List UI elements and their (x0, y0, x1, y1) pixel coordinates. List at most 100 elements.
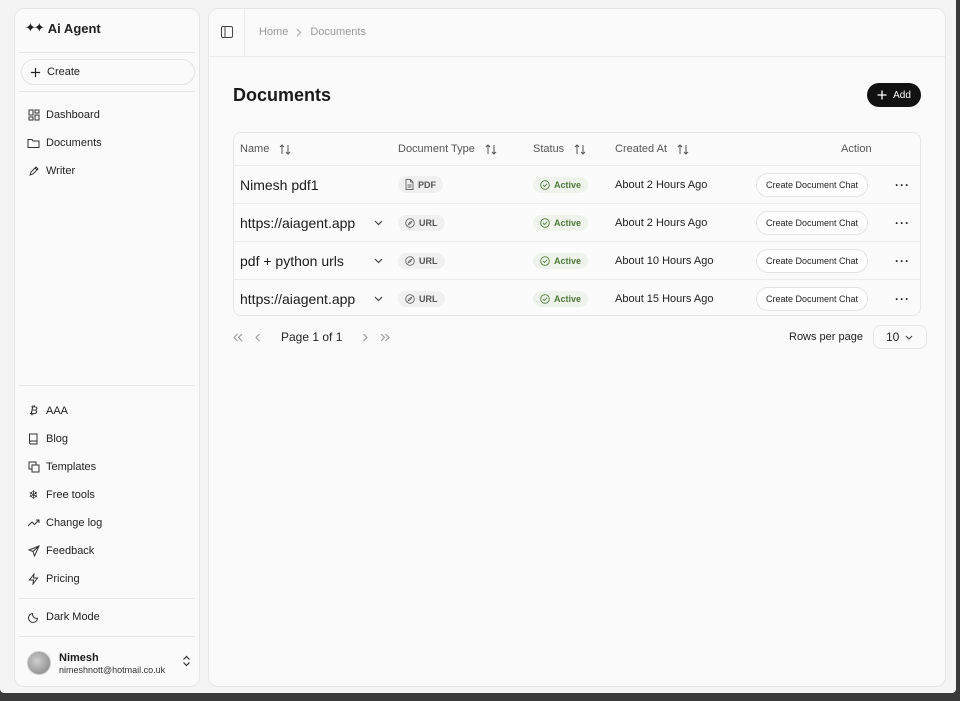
chevrons-up-down-icon (182, 655, 191, 667)
create-document-chat-button[interactable]: Create Document Chat (756, 248, 869, 273)
brand-name: Ai Agent (47, 20, 101, 36)
document-name[interactable]: pdf + python urls (240, 242, 344, 279)
brand[interactable]: ✦✦ Ai Agent (25, 20, 101, 36)
trend-icon (27, 517, 40, 530)
column-header-status[interactable]: Status (533, 133, 586, 165)
status-label: Active (554, 293, 582, 304)
column-header-name[interactable]: Name (240, 133, 291, 165)
sort-icon (677, 143, 689, 155)
dark-mode-toggle[interactable]: Dark Mode (27, 607, 100, 627)
chevron-right-icon (296, 28, 302, 37)
sidebar-item-label: Pricing (46, 573, 80, 585)
chevron-down-icon (905, 335, 913, 340)
type-badge: URL (398, 252, 445, 269)
rows-per-page-value: 10 (886, 330, 900, 344)
sidebar-item-blog[interactable]: Blog (27, 429, 68, 449)
more-options-icon[interactable]: ··· (895, 166, 910, 203)
table-row[interactable]: https://aiagent.app URL Active About 2 H… (234, 203, 920, 241)
type-badge: URL (398, 290, 445, 307)
plus-icon (877, 90, 887, 100)
status-badge: Active (533, 252, 589, 269)
send-icon (27, 545, 40, 558)
column-header-label: Status (533, 143, 565, 155)
column-header-action: Action (841, 133, 872, 165)
compass-icon (405, 255, 415, 266)
rows-per-page-label: Rows per page (789, 331, 863, 343)
check-circle-icon (540, 255, 550, 266)
status-label: Active (554, 217, 582, 228)
sidebar-item-documents[interactable]: Documents (27, 133, 102, 153)
add-button[interactable]: Add (867, 83, 921, 107)
column-header-label: Name (240, 143, 270, 155)
table-row[interactable]: https://aiagent.app URL Active About 15 … (234, 279, 920, 315)
create-button[interactable]: Create (21, 59, 195, 85)
table-row[interactable]: Nimesh pdf1 PDF Active About 2 Hours Ago… (234, 165, 920, 203)
create-label: Create (47, 66, 81, 78)
document-name[interactable]: https://aiagent.app (240, 204, 355, 241)
sidebar-item-writer[interactable]: Writer (27, 161, 75, 181)
sidebar-item-label: Feedback (46, 545, 95, 557)
type-label: URL (419, 255, 438, 266)
document-name[interactable]: https://aiagent.app (240, 280, 355, 315)
divider (19, 598, 195, 599)
more-options-icon[interactable]: ··· (895, 280, 910, 315)
sort-icon (279, 143, 291, 155)
sidebar-item-templates[interactable]: Templates (27, 457, 96, 477)
column-header-label: Document Type (398, 143, 475, 155)
chevron-down-icon[interactable] (374, 280, 383, 315)
more-options-icon[interactable]: ··· (895, 204, 910, 241)
sidebar-toggle-icon[interactable] (221, 26, 233, 38)
sidebar-item-pricing[interactable]: Pricing (27, 569, 80, 589)
next-page-icon[interactable] (362, 333, 369, 342)
create-document-chat-button[interactable]: Create Document Chat (756, 286, 869, 311)
sidebar-item-label: Templates (46, 461, 97, 473)
sparkles-icon: ✦✦ (25, 20, 45, 35)
status-label: Active (554, 179, 582, 190)
book-icon (27, 433, 40, 446)
sidebar-item-label: AAA (46, 405, 69, 417)
chevron-down-icon[interactable] (374, 242, 383, 279)
check-circle-icon (540, 293, 550, 304)
check-circle-icon (540, 179, 550, 190)
sidebar: ✦✦ Ai Agent Create Dashboard Documents W… (14, 8, 200, 687)
sidebar-item-label: Free tools (46, 489, 95, 501)
documents-table: Name Document Type Status Created At Act… (233, 132, 921, 316)
divider (19, 385, 195, 386)
user-menu[interactable]: Nimesh nimeshnott@hotmail.co.uk (27, 649, 191, 677)
table-row[interactable]: pdf + python urls URL Active About 10 Ho… (234, 241, 920, 279)
dark-mode-label: Dark Mode (46, 611, 100, 623)
plus-icon (30, 67, 41, 77)
type-label: URL (419, 293, 438, 304)
divider (19, 636, 195, 637)
create-document-chat-button[interactable]: Create Document Chat (756, 210, 869, 235)
sidebar-item-aaa[interactable]: ₿ AAA (27, 401, 68, 421)
last-page-icon[interactable] (380, 333, 391, 342)
column-header-document-type[interactable]: Document Type (398, 133, 497, 165)
column-header-created-at[interactable]: Created At (615, 133, 689, 165)
created-at: About 2 Hours Ago (615, 178, 708, 191)
file-icon (405, 179, 414, 190)
main-panel: Home Documents Documents Add Name Docume… (208, 8, 946, 687)
status-badge: Active (533, 176, 589, 193)
divider (244, 9, 245, 57)
breadcrumb: Home Documents (259, 26, 366, 38)
type-badge: URL (398, 214, 445, 231)
sidebar-item-feedback[interactable]: Feedback (27, 541, 94, 561)
rows-per-page-select[interactable]: 10 (873, 325, 927, 349)
pagination: Page 1 of 1 (233, 327, 391, 347)
previous-page-icon[interactable] (255, 333, 261, 342)
chevron-down-icon[interactable] (374, 204, 383, 241)
sidebar-item-label: Documents (46, 137, 102, 149)
sidebar-item-free-tools[interactable]: ❄ Free tools (27, 485, 95, 505)
create-document-chat-button[interactable]: Create Document Chat (756, 172, 869, 197)
first-page-icon[interactable] (233, 333, 243, 342)
snowflake-icon: ❄ (28, 488, 39, 502)
more-options-icon[interactable]: ··· (895, 242, 910, 279)
sidebar-item-dashboard[interactable]: Dashboard (27, 105, 100, 125)
breadcrumb-home[interactable]: Home (259, 26, 288, 38)
column-header-label: Created At (615, 143, 667, 155)
sidebar-item-label: Change log (46, 517, 103, 529)
page-title: Documents (233, 85, 332, 105)
sidebar-item-change-log[interactable]: Change log (27, 513, 102, 533)
document-name[interactable]: Nimesh pdf1 (240, 166, 319, 203)
